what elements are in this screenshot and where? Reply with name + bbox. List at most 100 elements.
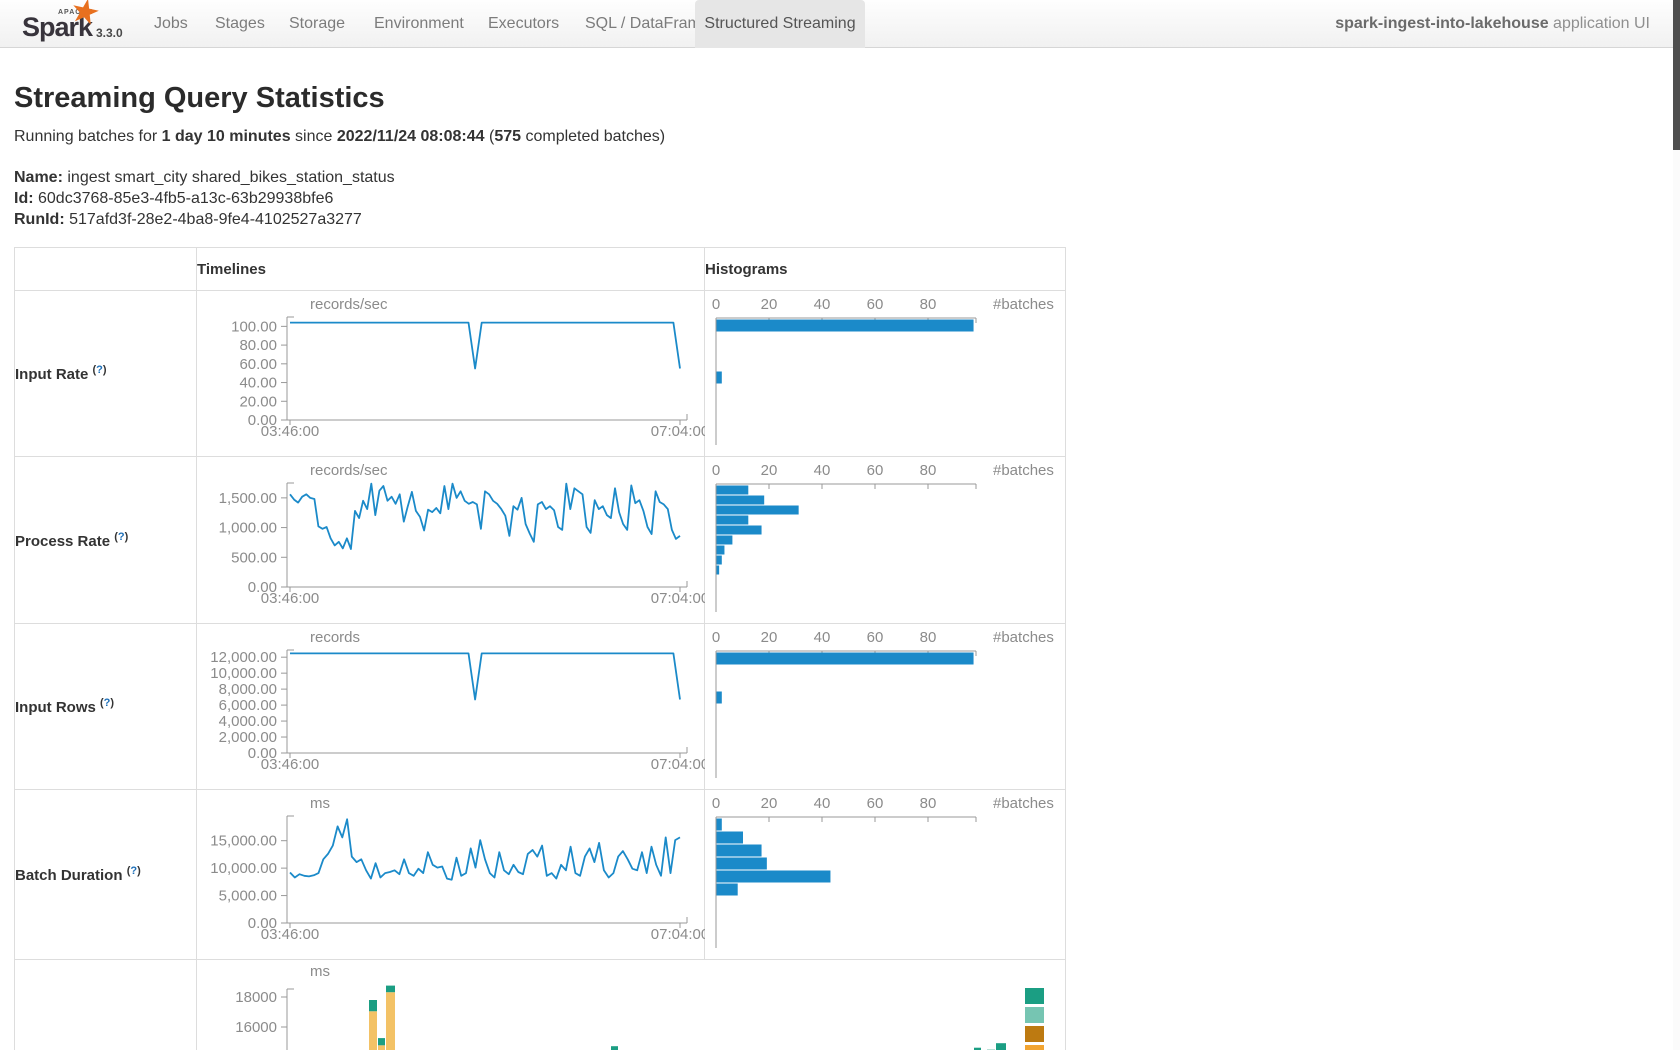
query-runid-line: RunId: 517afd3f-28e2-4ba8-9fe4-4102527a3… [14,209,1680,230]
spark-logo[interactable]: Spark APACHE ★ 3.3.0 [12,0,142,48]
statistics-table: Timelines Histograms Input Rate (?)recor… [14,247,1066,1050]
table-row-operation-duration: ms180001600014000 [15,960,1066,1050]
row-label-batch-duration: Batch Duration (?) [15,790,197,960]
tab-sql-dataframe[interactable]: SQL / DataFrame [585,0,710,48]
hist-x-tick-label: 20 [761,462,778,479]
row-label-operation-duration [15,960,197,1050]
hist-x-tick-label: 20 [761,296,778,313]
histogram-bar [717,320,974,332]
stacked-bar-segment [369,1000,377,1011]
x-tick-label: 07:04:00 [651,423,705,440]
y-tick-label: 8,000.00 [219,681,277,698]
hist-x-tick-label: 80 [920,629,937,646]
histogram-bar [717,372,722,384]
header-histograms: Histograms [705,248,1066,291]
tab-jobs[interactable]: Jobs [154,0,188,48]
process-rate-histogram-chart: 020406080#batches [705,457,1066,624]
x-tick-label: 07:04:00 [651,590,705,607]
histogram-bar [717,536,733,545]
batch-duration-timeline-chart: ms15,000.0010,000.005,000.000.0003:46:00… [197,790,705,960]
histogram-bar [717,832,744,844]
legend-swatch-ochre[interactable] [1025,1026,1044,1042]
y-tick-label: 15,000.00 [210,833,277,850]
timeline-unit-label: records [310,629,360,646]
batch-duration-histogram-chart: 020406080#batches [705,790,1066,960]
timeline-unit-label: records/sec [310,462,388,479]
y-tick-label: 4,000.00 [219,713,277,730]
tab-environment[interactable]: Environment [374,0,464,48]
x-tick-label: 03:46:00 [261,756,319,773]
histogram-bar [717,884,738,896]
histogram-bar [717,516,749,525]
hist-x-tick-label: 60 [867,462,884,479]
input-rows-timeline-chart: records12,000.0010,000.008,000.006,000.0… [197,624,705,790]
y-tick-label: 500.00 [231,549,277,566]
hist-x-tick-label: 0 [712,795,720,812]
scrollbar-thumb[interactable] [1673,0,1680,150]
histogram-bar [717,506,799,515]
input-rows-histogram-chart: 020406080#batches [705,624,1066,790]
input-rate-histogram-chart: 020406080#batches [705,291,1066,457]
histogram-bar [717,566,720,575]
y-tick-label: 10,000.00 [210,860,277,877]
timeline-unit-label: records/sec [310,296,388,313]
hist-x-tick-label: 0 [712,629,720,646]
spark-version: 3.3.0 [96,26,123,40]
y-tick-label: 100.00 [231,318,277,335]
help-icon[interactable]: (?) [127,865,141,877]
stacked-bar-segment [386,986,395,993]
operation-duration-stacked-chart: ms180001600014000 [197,960,1066,1050]
histogram-bar [717,871,831,883]
hist-unit-label: #batches [993,629,1054,646]
histogram-bar [717,819,722,831]
timeline-unit-label: ms [310,963,330,980]
hist-x-tick-label: 40 [814,296,831,313]
y-tick-label: 60.00 [239,356,277,373]
help-icon[interactable]: (?) [93,364,107,376]
row-label-input-rows: Input Rows (?) [15,624,197,790]
query-runid-value: 517afd3f-28e2-4ba8-9fe4-4102527a3277 [69,211,362,228]
hist-x-tick-label: 40 [814,462,831,479]
timeline-line [290,819,680,879]
help-icon[interactable]: (?) [114,531,128,543]
y-tick-label: 40.00 [239,375,277,392]
y-tick-label: 16000 [235,1019,277,1036]
tab-executors[interactable]: Executors [488,0,559,48]
stacked-bar-segment [378,1038,385,1045]
histogram-bar [717,526,762,535]
tab-storage[interactable]: Storage [289,0,345,48]
tab-stages[interactable]: Stages [215,0,265,48]
x-tick-label: 07:04:00 [651,926,705,943]
y-tick-label: 18000 [235,989,277,1006]
hist-x-tick-label: 20 [761,795,778,812]
table-header-row: Timelines Histograms [15,248,1066,291]
stacked-bar-segment [611,1046,618,1050]
legend-swatch-orange[interactable] [1025,1045,1044,1050]
help-icon[interactable]: (?) [100,697,114,709]
y-tick-label: 6,000.00 [219,697,277,714]
application-name: spark-ingest-into-lakehouse [1335,15,1548,32]
stacked-bar-segment [386,992,395,1050]
scrollbar-track[interactable] [1673,0,1680,1050]
hist-x-tick-label: 40 [814,629,831,646]
running-batches-summary: Running batches for 1 day 10 minutes sin… [14,127,1680,147]
x-tick-label: 03:46:00 [261,926,319,943]
x-tick-label: 03:46:00 [261,423,319,440]
timeline-unit-label: ms [310,795,330,812]
navbar: Spark APACHE ★ 3.3.0 Jobs Stages Storage En… [0,0,1680,48]
hist-x-tick-label: 80 [920,462,937,479]
hist-unit-label: #batches [993,296,1054,313]
page-title: Streaming Query Statistics [14,82,1680,114]
hist-x-tick-label: 40 [814,795,831,812]
legend-swatch-teal[interactable] [1025,988,1044,1004]
hist-x-tick-label: 60 [867,296,884,313]
tab-structured-streaming[interactable]: Structured Streaming [695,0,865,48]
legend-swatch-light-teal[interactable] [1025,1007,1044,1023]
row-label-process-rate: Process Rate (?) [15,457,197,624]
timeline-line [290,323,680,369]
header-empty [15,248,197,291]
input-rate-timeline-chart: records/sec100.0080.0060.0040.0020.000.0… [197,291,705,457]
y-tick-label: 1,000.00 [219,520,277,537]
histogram-bar [717,653,974,665]
query-id-line: Id: 60dc3768-85e3-4fb5-a13c-63b29938bfe6 [14,188,1680,209]
